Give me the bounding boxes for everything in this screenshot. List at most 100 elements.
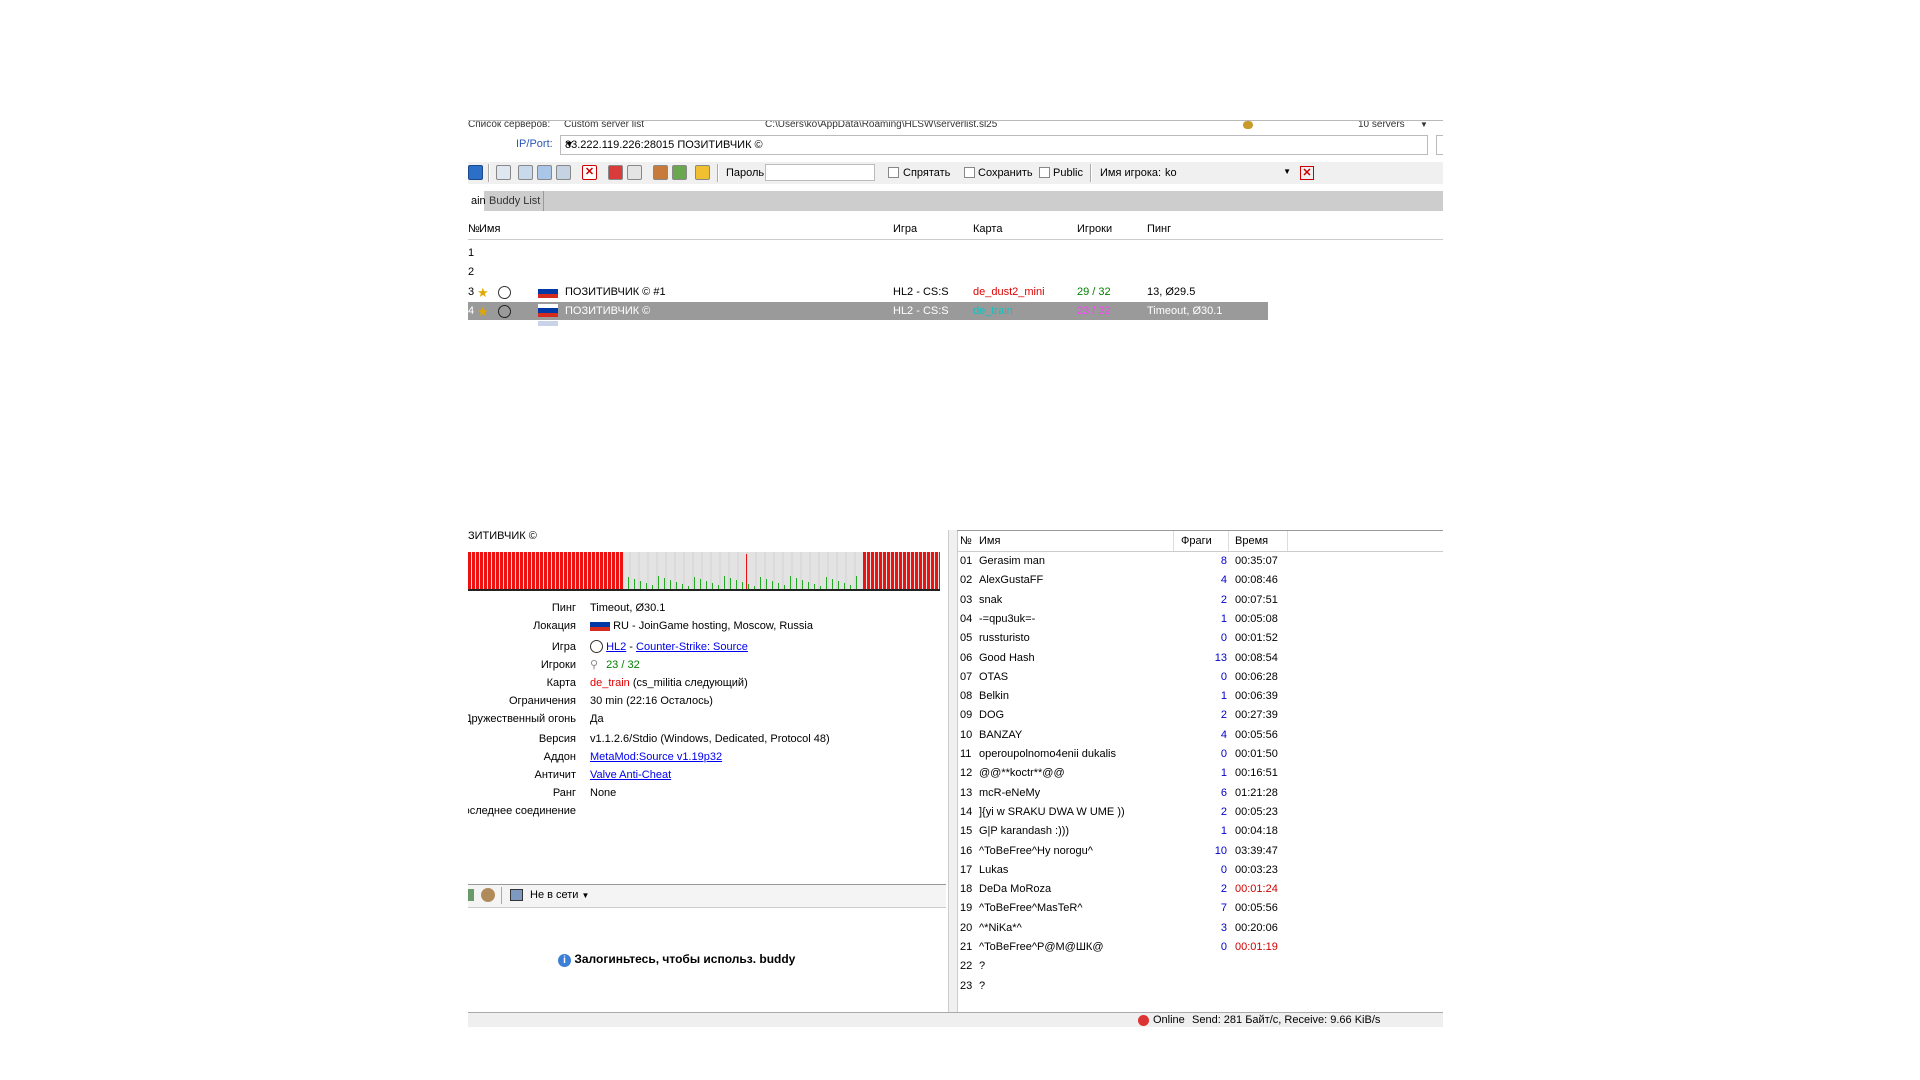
col-player-name[interactable]: Имя bbox=[979, 535, 1000, 547]
buddy-icon[interactable] bbox=[468, 889, 474, 901]
player-row[interactable]: 05 russturisto 0 00:01:52 bbox=[957, 629, 1357, 648]
col-map[interactable]: Карта bbox=[973, 223, 1002, 235]
toolbar-separator bbox=[717, 164, 719, 182]
col-name[interactable]: Имя bbox=[479, 223, 500, 235]
player-row[interactable]: 03 snak 2 00:07:51 bbox=[957, 591, 1357, 610]
col-player-time[interactable]: Время bbox=[1235, 535, 1268, 547]
player-row[interactable]: 21 ^ToBeFree^P@M@ШК@ 0 00:01:19 bbox=[957, 938, 1357, 957]
player-num: 05 bbox=[960, 632, 973, 645]
copy-icon[interactable] bbox=[627, 165, 642, 180]
ping-timeout-bar bbox=[875, 552, 878, 589]
server-row-cut bbox=[468, 321, 1268, 326]
col-game[interactable]: Игра bbox=[893, 223, 917, 235]
favorite-icon[interactable] bbox=[608, 165, 623, 180]
ping-value-bar bbox=[766, 579, 767, 589]
player-frags: 0 bbox=[1220, 941, 1227, 953]
server-row[interactable]: 3 ★ ПОЗИТИВЧИК © #1 HL2 - CS:S de_dust2_… bbox=[468, 283, 1268, 301]
player-row[interactable]: 23? bbox=[957, 977, 1357, 996]
status-icon[interactable] bbox=[510, 889, 523, 901]
play-icon[interactable] bbox=[468, 165, 483, 180]
save-checkbox[interactable] bbox=[964, 167, 975, 178]
chevron-down-icon[interactable]: ▼ bbox=[1283, 167, 1291, 176]
player-time: 00:08:54 bbox=[1235, 651, 1278, 664]
player-row[interactable]: 17 Lukas 0 00:03:23 bbox=[957, 861, 1357, 880]
chevron-down-icon[interactable]: ▼ bbox=[1420, 121, 1428, 129]
col-player-frags[interactable]: Фраги bbox=[1181, 535, 1212, 547]
player-row[interactable]: 19 ^ToBeFree^MasTeR^ 7 00:05:56 bbox=[957, 899, 1357, 918]
folder-icon[interactable] bbox=[1243, 121, 1253, 129]
clear-name-icon[interactable]: ✕ bbox=[1300, 166, 1314, 180]
server-num: 1 bbox=[468, 247, 475, 259]
hl2-link[interactable]: HL2 bbox=[606, 641, 626, 653]
player-row[interactable]: 10 BANZAY 4 00:05:56 bbox=[957, 726, 1357, 745]
player-num: 23 bbox=[960, 979, 973, 992]
delete-icon[interactable]: ✕ bbox=[582, 165, 597, 180]
info-addon-link[interactable]: MetaMod:Source v1.19p32 bbox=[590, 749, 722, 765]
ping-value-bar bbox=[754, 586, 755, 589]
player-num: 17 bbox=[960, 863, 973, 876]
chart-icon[interactable] bbox=[672, 165, 687, 180]
col-players[interactable]: Игроки bbox=[1077, 223, 1112, 235]
player-name-input[interactable]: ko ▼ bbox=[1163, 164, 1293, 181]
player-frags: 0 bbox=[1220, 863, 1227, 876]
player-row[interactable]: 09 DOG 2 00:27:39 bbox=[957, 706, 1357, 725]
server-count[interactable]: 10 servers bbox=[1358, 121, 1405, 130]
player-row[interactable]: 08 Belkin 1 00:06:39 bbox=[957, 687, 1357, 706]
buddy-status-dropdown[interactable]: Не в сети ▼ bbox=[530, 889, 589, 901]
player-row[interactable]: 04 -=qpu3uk=- 1 00:05:08 bbox=[957, 610, 1357, 629]
online-status-icon bbox=[1138, 1015, 1149, 1026]
player-num: 11 bbox=[960, 748, 972, 760]
player-row[interactable]: 02 AlexGustaFF 4 00:08:46 bbox=[957, 571, 1357, 590]
chevron-down-icon[interactable]: ▼ bbox=[565, 139, 1421, 149]
info-icon[interactable] bbox=[695, 165, 710, 180]
add-buddy-icon[interactable] bbox=[481, 888, 495, 902]
info-version-label: Версия bbox=[538, 733, 576, 745]
col-ping[interactable]: Пинг bbox=[1147, 223, 1171, 235]
player-row[interactable]: 16 ^ToBeFree^Hy norogu^ 10 03:39:47 bbox=[957, 842, 1357, 861]
player-row[interactable]: 11 operoupolnomo4enii dukalis 0 00:01:50 bbox=[957, 745, 1357, 764]
player-num: 15 bbox=[960, 825, 973, 838]
ping-timeout-bar bbox=[560, 552, 563, 589]
refresh-icon[interactable] bbox=[537, 165, 552, 180]
ip-extra-button[interactable] bbox=[1436, 135, 1443, 155]
user-icon[interactable] bbox=[556, 165, 571, 180]
find-server-icon[interactable] bbox=[496, 165, 511, 180]
player-num: 18 bbox=[960, 883, 973, 896]
player-row[interactable]: 18 DeDa MoRoza 2 00:01:24 bbox=[957, 880, 1357, 899]
server-map: de_train bbox=[973, 305, 1013, 317]
player-frags: 2 bbox=[1220, 883, 1227, 896]
tab-buddy-list[interactable]: Buddy List bbox=[486, 191, 545, 211]
info-version-value: v1.1.2.6/Stdio (Windows, Dedicated, Prot… bbox=[590, 733, 830, 745]
buddy-toolbar: Не в сети ▼ bbox=[468, 884, 946, 908]
server-row-selected[interactable]: 4 ★ ПОЗИТИВЧИК © HL2 - CS:S de_train 23 … bbox=[468, 302, 1268, 320]
player-num: 07 bbox=[960, 670, 973, 683]
game-title-link[interactable]: Counter-Strike: Source bbox=[636, 641, 748, 653]
player-row[interactable]: 20 ^*NiKa*^ 3 00:20:06 bbox=[957, 919, 1357, 938]
player-row[interactable]: 14]{yi w SRAKU DWA W UME )) 2 00:05:23 bbox=[957, 803, 1357, 822]
server-list-select[interactable]: Custom server list bbox=[564, 121, 644, 130]
server-info-icon[interactable] bbox=[518, 165, 533, 180]
player-row[interactable]: 12 @@**koctr**@@ 1 00:16:51 bbox=[957, 764, 1357, 783]
password-input[interactable] bbox=[765, 164, 875, 181]
ip-port-label: IP/Port: bbox=[516, 138, 553, 150]
player-time: 00:03:23 bbox=[1235, 863, 1278, 876]
player-time: 00:05:23 bbox=[1235, 805, 1278, 818]
server-row[interactable]: 2 bbox=[468, 263, 1268, 281]
player-row[interactable]: 01 Gerasim man 8 00:35:07 bbox=[957, 552, 1357, 571]
info-anticheat-link[interactable]: Valve Anti-Cheat bbox=[590, 767, 671, 783]
player-row[interactable]: 07 OTAS 0 00:06:28 bbox=[957, 668, 1357, 687]
player-row[interactable]: 06 Good Hash 13 00:08:54 bbox=[957, 649, 1357, 668]
col-player-num[interactable]: № bbox=[960, 535, 972, 547]
ping-timeout-bar bbox=[500, 552, 503, 589]
player-name: DOG bbox=[979, 709, 1005, 722]
player-row[interactable]: 13 mcR-eNeMy 6 01:21:28 bbox=[957, 784, 1357, 803]
hide-checkbox[interactable] bbox=[888, 167, 899, 178]
server-row[interactable]: 1 bbox=[468, 244, 1268, 262]
player-row[interactable]: 15 G|P karandash :))) 1 00:04:18 bbox=[957, 822, 1357, 841]
player-row[interactable]: 22? bbox=[957, 957, 1357, 976]
public-checkbox[interactable] bbox=[1039, 167, 1050, 178]
ping-value-bar bbox=[658, 576, 659, 589]
ip-port-input[interactable]: 83.222.119.226:28015 ПОЗИТИВЧИК © ▼ bbox=[560, 135, 1428, 155]
rcon-icon[interactable] bbox=[653, 165, 668, 180]
tab-main[interactable]: ain bbox=[468, 191, 486, 211]
